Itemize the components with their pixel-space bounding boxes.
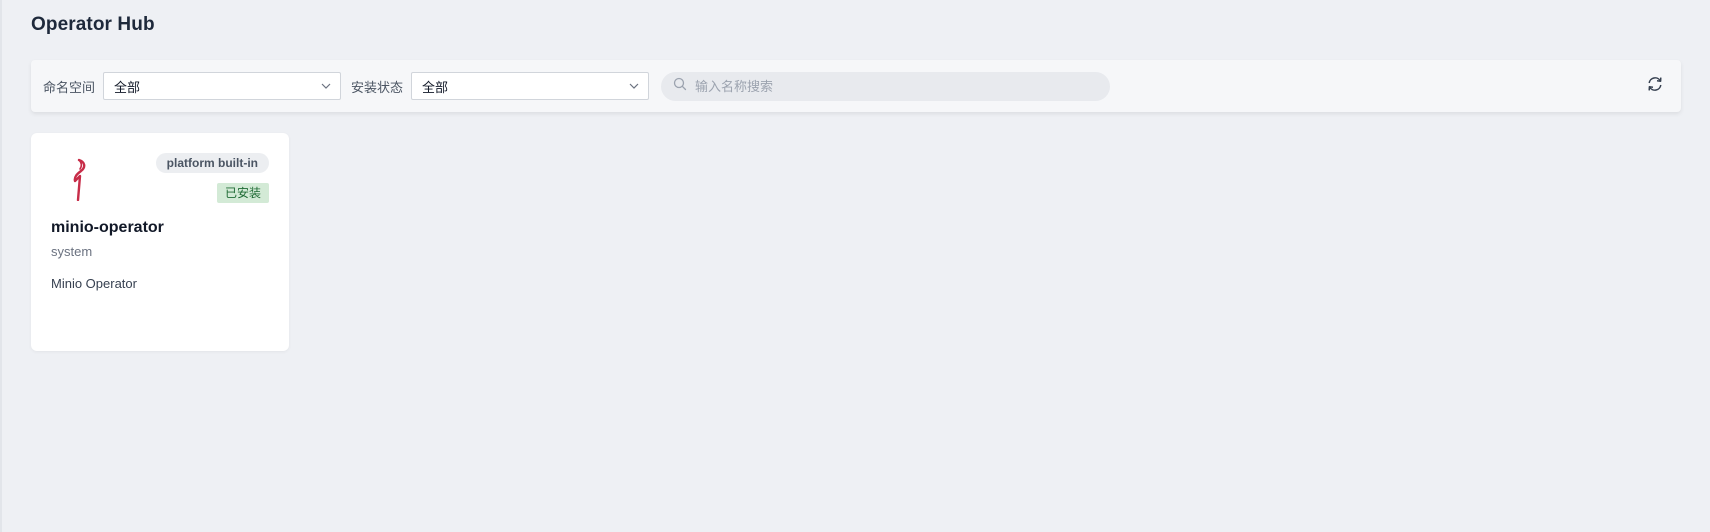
refresh-icon xyxy=(1646,75,1664,98)
namespace-filter-label: 命名空间 xyxy=(43,79,96,95)
operator-card[interactable]: platform built-in 已安装 minio-operator sys… xyxy=(31,133,289,351)
operator-name: minio-operator xyxy=(51,219,164,236)
search-input[interactable] xyxy=(693,77,1098,95)
page-title: Operator Hub xyxy=(31,14,155,35)
namespace-select[interactable]: 全部 xyxy=(103,72,342,100)
search-box[interactable] xyxy=(661,71,1111,101)
refresh-button[interactable] xyxy=(1645,76,1665,96)
operator-namespace: system xyxy=(51,244,93,259)
platform-tag: platform built-in xyxy=(155,153,269,173)
filter-bar: 命名空间 全部 安装状态 全部 xyxy=(31,60,1681,112)
page-left-border xyxy=(0,0,2,532)
status-filter-label: 安装状态 xyxy=(351,79,404,95)
namespace-select-value: 全部 xyxy=(114,79,141,95)
operator-description: Minio Operator xyxy=(51,276,137,291)
chevron-down-icon xyxy=(628,80,640,92)
chevron-down-icon xyxy=(320,80,332,92)
status-select-value: 全部 xyxy=(422,79,449,95)
minio-logo-icon xyxy=(63,157,95,202)
status-badge: 已安装 xyxy=(216,183,269,203)
status-select[interactable]: 全部 xyxy=(411,72,650,100)
search-icon xyxy=(673,77,687,96)
